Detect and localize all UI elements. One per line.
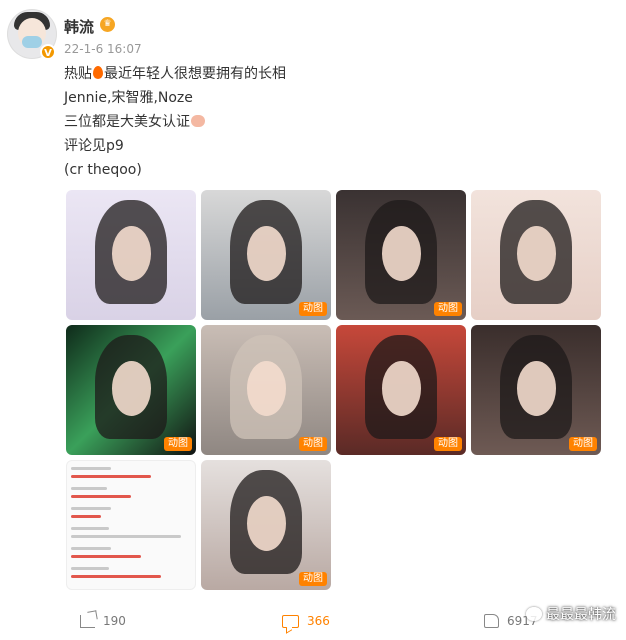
post-line-3-text: 三位都是大美女认证 — [64, 114, 190, 130]
grid-image-8[interactable]: 动图 — [471, 325, 601, 455]
like-icon — [484, 614, 499, 628]
post-line-2: Jennie,宋智雅,Noze — [64, 90, 193, 106]
gif-badge: 动图 — [434, 437, 462, 451]
comment-button[interactable]: 366 — [282, 614, 330, 628]
post-line-4: 评论见p9 — [64, 138, 124, 154]
post-line-1: 热贴 最近年轻人很想要拥有的长相 — [64, 62, 604, 86]
gif-badge: 动图 — [299, 572, 327, 586]
username[interactable]: 韩流 — [64, 16, 94, 37]
watermark: 最最最韩流 — [526, 604, 616, 624]
post-line-5: (cr theqoo) — [64, 162, 142, 178]
gif-badge: 动图 — [569, 437, 597, 451]
pig-icon — [191, 115, 205, 127]
grid-image-6[interactable]: 动图 — [201, 325, 331, 455]
grid-image-5[interactable]: 动图 — [66, 325, 196, 455]
post-line-1-text: 最近年轻人很想要拥有的长相 — [104, 66, 286, 82]
grid-image-2[interactable]: 动图 — [201, 190, 331, 320]
timestamp[interactable]: 22-1-6 16:07 — [64, 42, 142, 56]
gif-badge: 动图 — [299, 302, 327, 316]
watermark-text: 最最最韩流 — [546, 607, 616, 623]
fire-icon — [93, 66, 103, 79]
share-count: 190 — [103, 614, 126, 628]
post-text: 热贴 最近年轻人很想要拥有的长相 Jennie,宋智雅,Noze 三位都是大美女认… — [64, 62, 604, 182]
comment-icon — [282, 614, 299, 628]
share-button[interactable]: 190 — [80, 614, 126, 628]
grid-image-1[interactable] — [66, 190, 196, 320]
verified-badge-icon: V — [40, 44, 56, 60]
grid-image-10[interactable]: 动图 — [201, 460, 331, 590]
post-line-1-prefix: 热贴 — [64, 66, 92, 82]
grid-image-9[interactable] — [66, 460, 196, 590]
post-line-3: 三位都是大美女认证 — [64, 110, 604, 134]
grid-image-4[interactable] — [471, 190, 601, 320]
comment-count: 366 — [307, 614, 330, 628]
wechat-icon — [526, 607, 542, 621]
gif-badge: 动图 — [299, 437, 327, 451]
gif-badge: 动图 — [434, 302, 462, 316]
grid-image-7[interactable]: 动图 — [336, 325, 466, 455]
grid-image-3[interactable]: 动图 — [336, 190, 466, 320]
gif-badge: 动图 — [164, 437, 192, 451]
share-icon — [80, 614, 95, 628]
crown-icon: ♛ — [100, 17, 115, 32]
